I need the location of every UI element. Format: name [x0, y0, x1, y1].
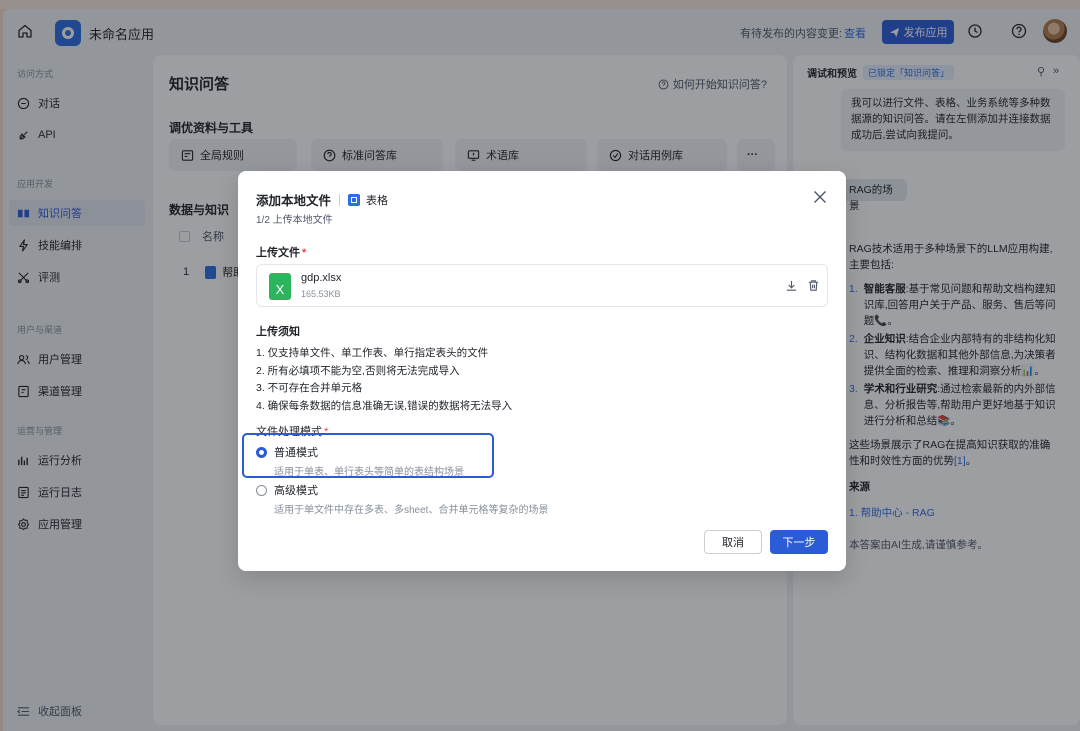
- notice-item: 2. 所有必填项不能为空,否则将无法完成导入: [256, 364, 460, 377]
- mode-option-normal[interactable]: 普通模式 适用于单表、单行表头等简单的表结构场景: [256, 444, 464, 478]
- cancel-button[interactable]: 取消: [704, 530, 762, 554]
- close-icon[interactable]: [812, 189, 828, 205]
- upload-notice-list: 1. 仅支持单文件、单工作表、单行指定表头的文件 2. 所有必填项不能为空,否则…: [256, 345, 512, 415]
- radio-unselected[interactable]: [256, 485, 267, 496]
- dialog-title-text: 添加本地文件: [256, 194, 332, 208]
- title-divider: [339, 193, 341, 206]
- mode-title: 普通模式: [274, 447, 318, 459]
- sheet-icon: [348, 193, 361, 206]
- notice-item: 4. 确保每条数据的信息准确无误,错误的数据将无法导入: [256, 399, 513, 412]
- delete-icon[interactable]: [807, 279, 820, 292]
- mode-option-advanced[interactable]: 高级模式 适用于单文件中存在多表、多sheet、合并单元格等复杂的场景: [256, 482, 548, 516]
- upload-file-label: 上传文件 *: [256, 247, 307, 259]
- step-indicator: 1/2 上传本地文件: [256, 215, 333, 226]
- excel-file-icon: X: [269, 273, 291, 300]
- notice-item: 3. 不可存在合并单元格: [256, 382, 363, 394]
- dialog-title: 添加本地文件 表格: [256, 190, 388, 209]
- notice-item: 1. 仅支持单文件、单工作表、单行指定表头的文件: [256, 347, 489, 359]
- radio-selected[interactable]: [256, 447, 267, 458]
- mode-description: 适用于单表、单行表头等简单的表结构场景: [274, 467, 464, 478]
- next-step-button[interactable]: 下一步: [770, 530, 828, 554]
- file-type-label: 表格: [366, 194, 389, 207]
- mode-title: 高级模式: [274, 485, 318, 497]
- add-local-file-dialog: 添加本地文件 表格 1/2 上传本地文件 上传文件 * X gdp.xlsx 16…: [238, 171, 846, 571]
- file-size: 165.53KB: [301, 289, 341, 299]
- download-icon[interactable]: [785, 279, 798, 292]
- notice-title: 上传须知: [256, 326, 300, 338]
- file-type: 表格: [348, 192, 388, 208]
- uploaded-file-card: X gdp.xlsx 165.53KB: [256, 264, 828, 307]
- mode-description: 适用于单文件中存在多表、多sheet、合并单元格等复杂的场景: [274, 505, 549, 516]
- file-name: gdp.xlsx: [301, 272, 342, 284]
